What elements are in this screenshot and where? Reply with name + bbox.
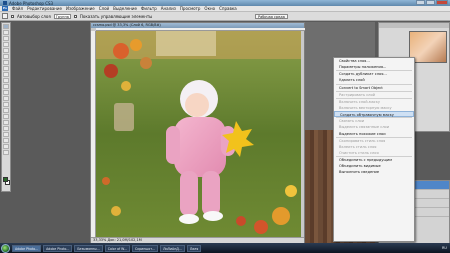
workspace-dropdown[interactable]: Рабочая среда (255, 14, 288, 19)
close-button[interactable] (436, 0, 448, 5)
menu-file[interactable]: Файл (10, 6, 25, 11)
type-tool-icon[interactable] (3, 114, 9, 119)
start-button[interactable] (1, 243, 10, 253)
move-tool-icon[interactable] (3, 24, 9, 29)
photo-canvas[interactable] (96, 31, 301, 237)
slice-tool-icon[interactable] (3, 54, 9, 59)
healing-brush-tool-icon[interactable] (3, 60, 9, 65)
brush-tool-icon[interactable] (3, 66, 9, 71)
move-tool-icon[interactable] (2, 13, 8, 19)
menu-help[interactable]: Справка (217, 6, 239, 11)
foreground-color-swatch[interactable] (3, 177, 8, 182)
context-menu-item[interactable]: Выполнить сведение (334, 169, 414, 175)
navigator-panel-header[interactable] (379, 23, 449, 28)
menu-window[interactable]: Окно (202, 6, 217, 11)
menu-select[interactable]: Выделение (111, 6, 139, 11)
taskbar-button[interactable]: Color of W... (104, 244, 130, 252)
clone-stamp-tool-icon[interactable] (3, 72, 9, 77)
gradient-tool-icon[interactable] (3, 90, 9, 95)
lasso-tool-icon[interactable] (3, 36, 9, 41)
document-window: ccsmo.psd @ 33,3% (Слой 6, RGB/8#) 33,33… (90, 22, 306, 244)
eyedropper-tool-icon[interactable] (3, 138, 9, 143)
taskbar-button[interactable]: Adobe Photo... (12, 244, 42, 252)
notes-tool-icon[interactable] (3, 132, 9, 137)
app-icon (3, 1, 7, 5)
system-tray: RU (442, 246, 447, 250)
menu-image[interactable]: Изображение (64, 6, 97, 11)
taskbar: Adobe Photo... Adobe Photo... Безымянны...… (0, 243, 450, 253)
show-controls-label: Показать управляющие элементы (79, 13, 153, 19)
toolbox (1, 22, 11, 192)
layer-context-menu: Свойства слоя... Параметры наложения... Со… (333, 57, 415, 242)
magic-wand-tool-icon[interactable] (3, 42, 9, 47)
eraser-tool-icon[interactable] (3, 84, 9, 89)
path-selection-tool-icon[interactable] (3, 120, 9, 125)
shape-tool-icon[interactable] (3, 126, 9, 131)
dodge-tool-icon[interactable] (3, 102, 9, 107)
taskbar-button[interactable]: Безымянны... (74, 244, 103, 252)
pen-tool-icon[interactable] (3, 108, 9, 113)
show-controls-checkbox[interactable] (73, 14, 77, 18)
window-controls (416, 0, 448, 5)
menu-filter[interactable]: Фильтр (139, 6, 159, 11)
zoom-tool-icon[interactable] (3, 150, 9, 155)
ps-logo-icon: Ps (2, 6, 8, 11)
menu-edit[interactable]: Редактирование (25, 6, 64, 11)
menu-analysis[interactable]: Анализ (159, 6, 178, 11)
history-brush-tool-icon[interactable] (3, 78, 9, 83)
minimize-button[interactable] (416, 0, 425, 5)
hand-tool-icon[interactable] (3, 144, 9, 149)
photo-image (96, 31, 301, 237)
auto-select-label: Автовыбор слоя (17, 13, 51, 19)
menu-view[interactable]: Просмотр (178, 6, 203, 11)
maximize-button[interactable] (426, 0, 435, 5)
auto-select-target-dropdown[interactable]: Группа (53, 13, 71, 19)
crop-tool-icon[interactable] (3, 48, 9, 53)
taskbar-button[interactable]: Лиля (186, 244, 202, 252)
taskbar-button[interactable]: ЛиЛиАнД... (160, 244, 185, 252)
taskbar-button[interactable]: Скриншот... (132, 244, 159, 252)
blur-tool-icon[interactable] (3, 96, 9, 101)
marquee-tool-icon[interactable] (3, 30, 9, 35)
menu-layer[interactable]: Слой (97, 6, 111, 11)
taskbar-button[interactable]: Adobe Photo... (43, 244, 73, 252)
options-bar: Автовыбор слоя Группа Показать управляющ… (0, 12, 450, 21)
auto-select-checkbox[interactable] (11, 14, 14, 18)
window-title: Adobe Photoshop CS3 (9, 0, 54, 6)
